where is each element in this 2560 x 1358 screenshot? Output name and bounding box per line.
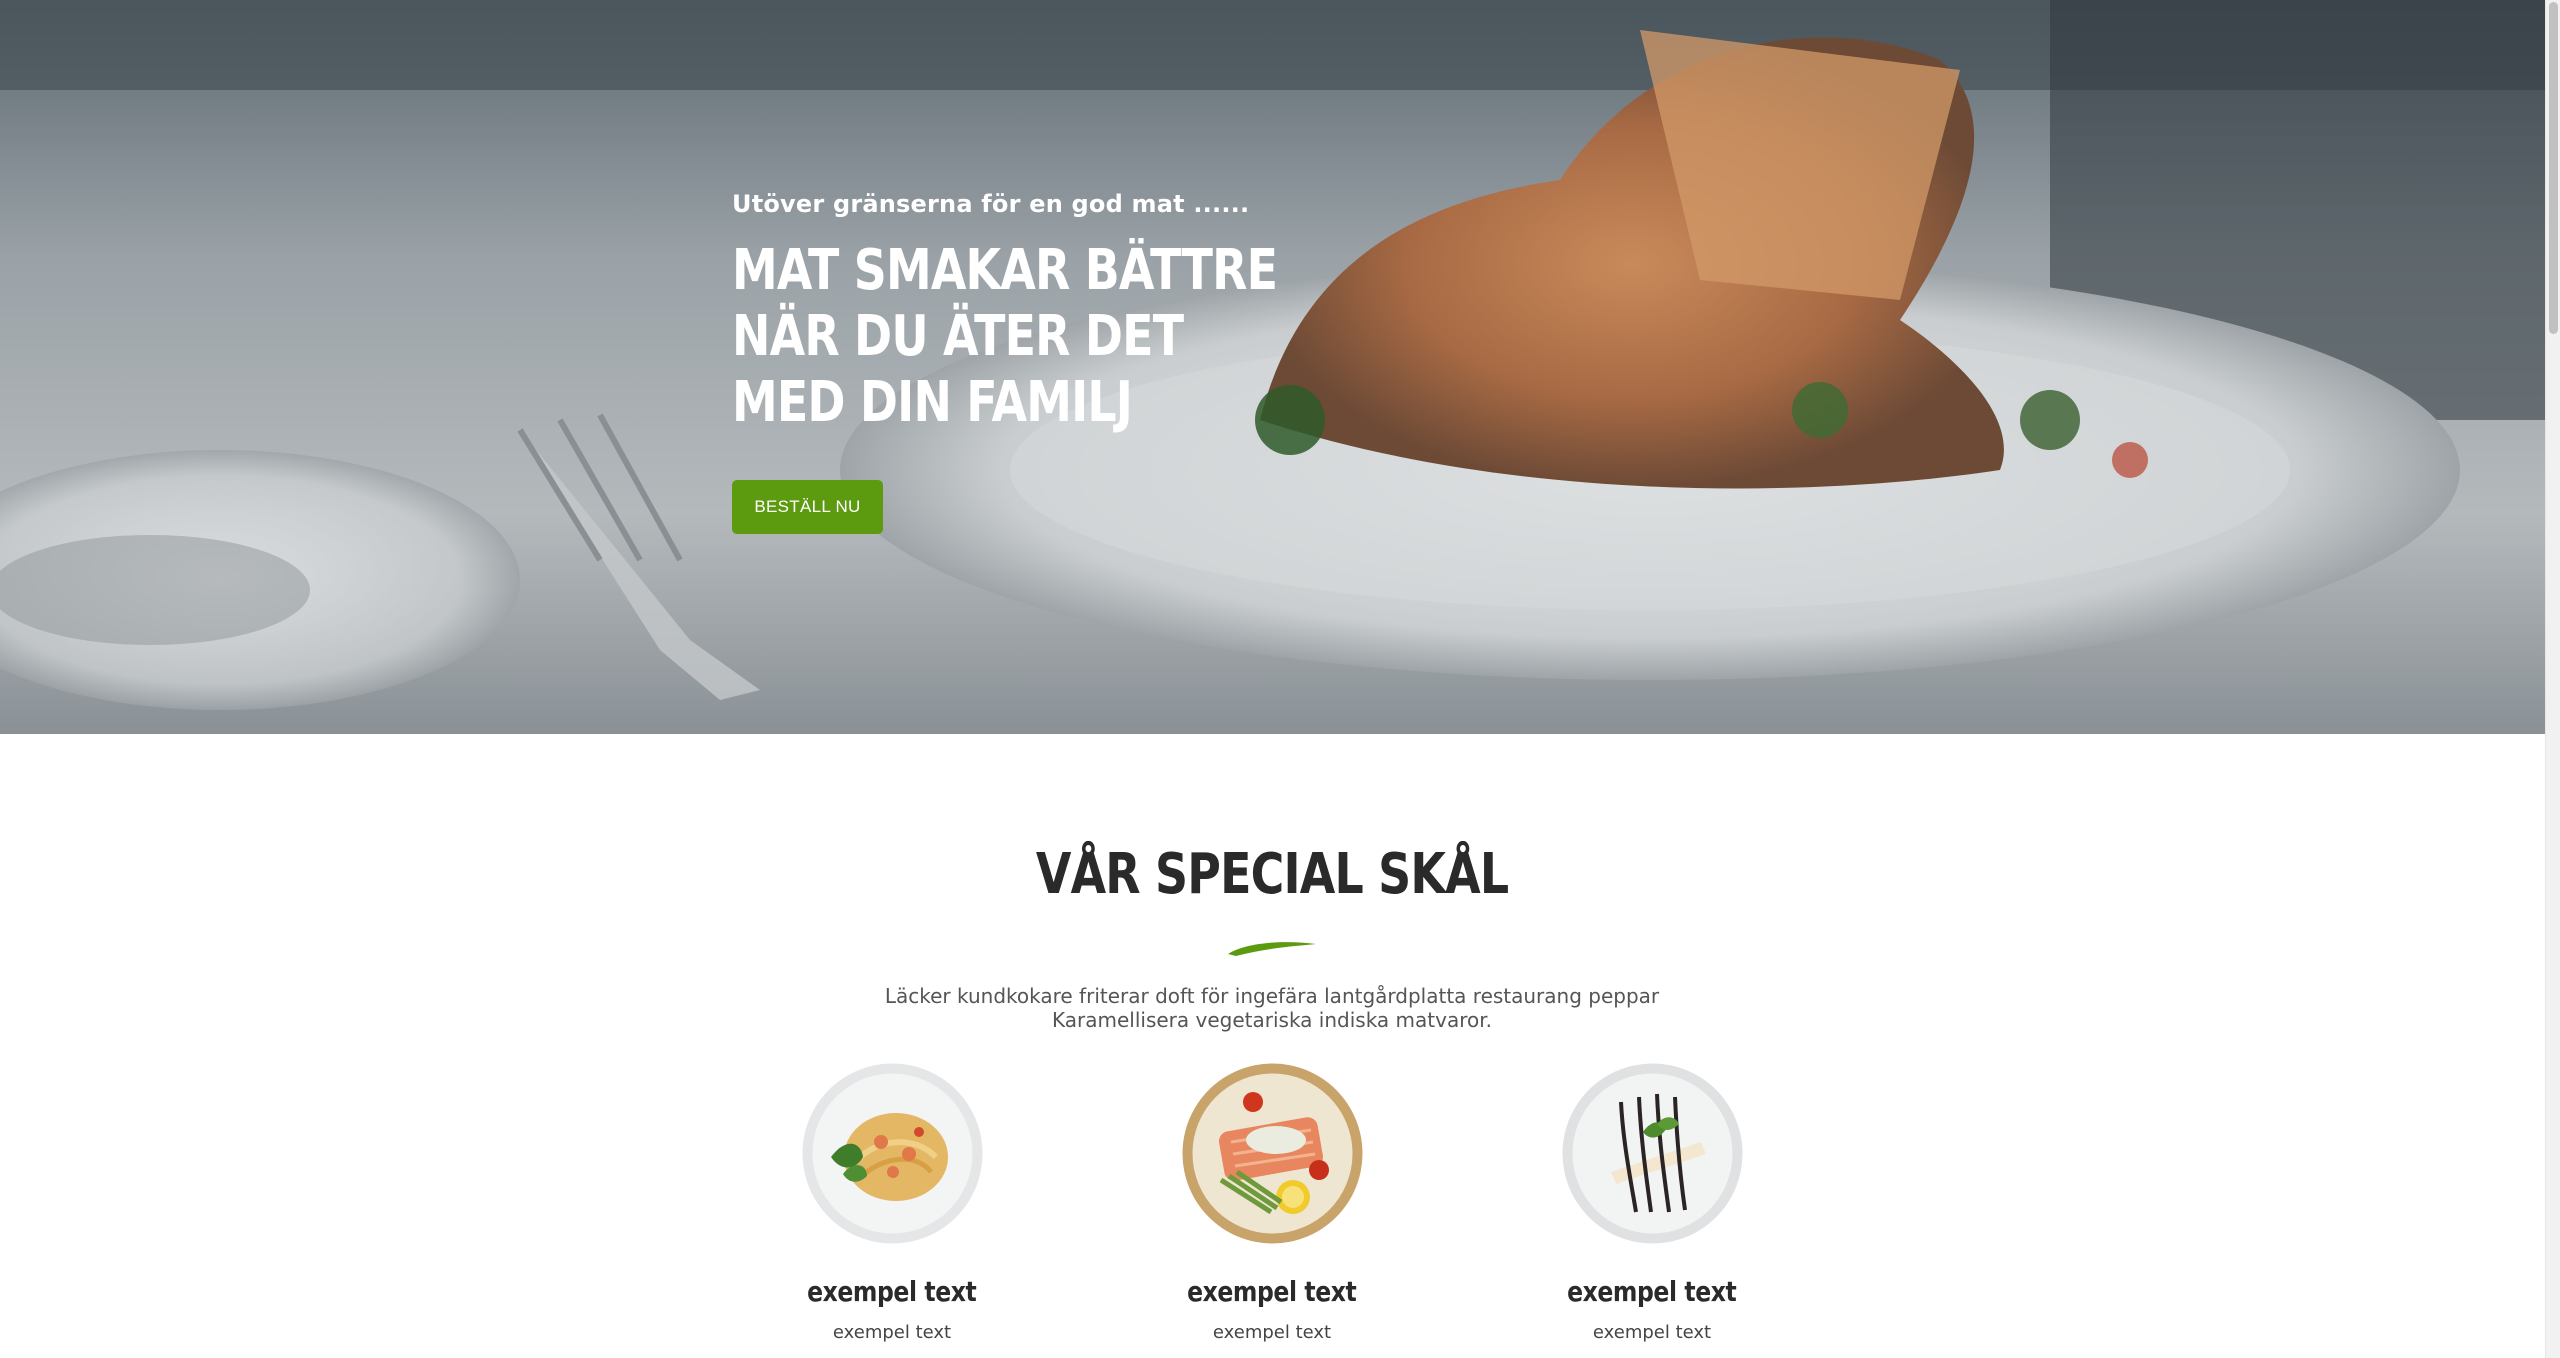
page-scrollbar[interactable] — [2545, 0, 2560, 1358]
order-now-button[interactable]: BESTÄLL NU — [732, 480, 883, 534]
section-title-text: VÅR SPECIAL SKÅL — [1036, 842, 1509, 907]
hero-title-line-3: MED DIN FAMILJ — [732, 370, 1133, 435]
dish-title: exempel text — [1187, 1275, 1357, 1308]
dish-title: exempel text — [1567, 1275, 1737, 1308]
dish-subtitle: exempel text — [1212, 1322, 1332, 1343]
section-title: VÅR SPECIAL SKÅL — [0, 842, 2545, 907]
section-description-line-1: Läcker kundkokare friterar doft för inge… — [884, 984, 1660, 1008]
dish-card: exempel text exempel text — [1532, 1062, 1772, 1343]
hero-title-line-2: NÄR DU ÄTER DET — [732, 304, 1184, 369]
dessert-dish-image — [1562, 1063, 1742, 1244]
salmon-dish-image — [1182, 1063, 1362, 1244]
dish-card: exempel text exempel text — [1152, 1062, 1392, 1343]
scrollbar-thumb[interactable] — [2549, 2, 2558, 334]
hero-title: MAT SMAKAR BÄTTRE NÄR DU ÄTER DET MED DI… — [732, 238, 1437, 436]
dish-subtitle: exempel text — [832, 1322, 952, 1343]
dish-subtitle: exempel text — [1592, 1322, 1712, 1343]
hero-title-line-1: MAT SMAKAR BÄTTRE — [732, 238, 1278, 303]
pasta-dish-image — [802, 1063, 982, 1244]
dish-card: exempel text exempel text — [772, 1062, 1012, 1343]
divider-swoosh-icon — [1228, 942, 1316, 956]
section-description-line-2: Karamellisera vegetariska indiska matvar… — [1052, 1008, 1492, 1032]
dish-title: exempel text — [807, 1275, 977, 1308]
hero-banner: Utöver gränserna för en god mat ...... M… — [0, 0, 2545, 734]
hero-tagline: Utöver gränserna för en god mat ...... — [732, 190, 1250, 218]
hero-content: Utöver gränserna för en god mat ...... M… — [732, 190, 1432, 534]
section-description: Läcker kundkokare friterar doft för inge… — [880, 984, 1664, 1032]
